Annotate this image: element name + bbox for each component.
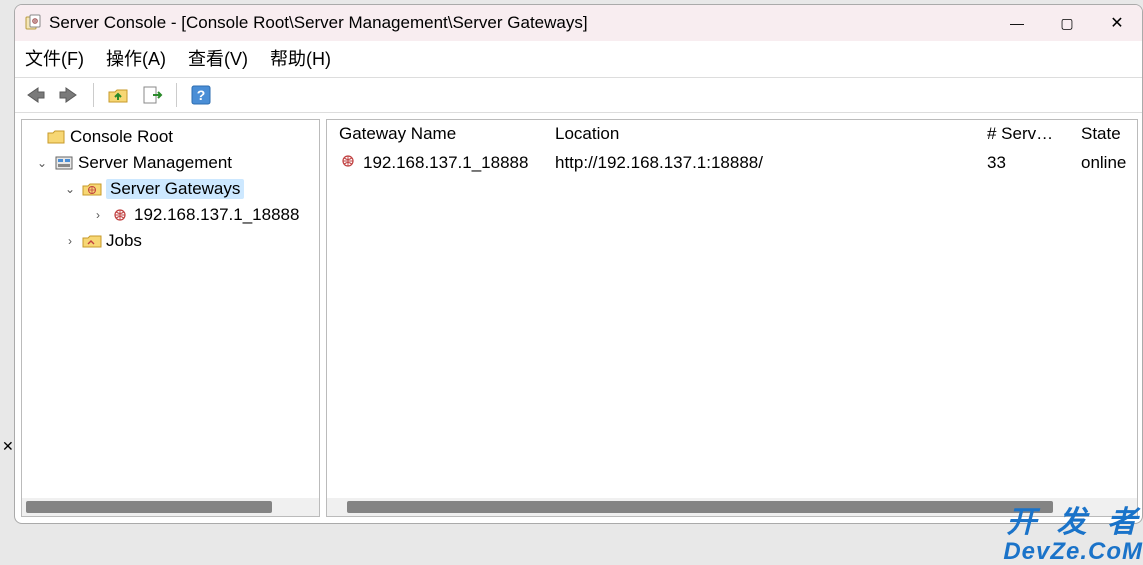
nav-tree[interactable]: Console Root ⌄ Server Management ⌄ Serve… (22, 120, 319, 498)
tree-horizontal-scrollbar[interactable] (22, 498, 319, 516)
svg-text:?: ? (197, 87, 206, 103)
tree-label: Server Management (78, 153, 232, 173)
folder-up-icon (107, 86, 129, 104)
list-body: 192.168.137.1_18888 http://192.168.137.1… (327, 148, 1137, 498)
gateway-icon (110, 206, 130, 224)
close-button[interactable]: ✕ (1092, 5, 1142, 41)
folder-up-button[interactable] (104, 81, 132, 109)
window-title: Server Console - [Console Root\Server Ma… (49, 13, 588, 33)
tree-node-jobs[interactable]: › Jobs (26, 228, 319, 254)
toolbar-separator (93, 83, 94, 107)
content-area: Console Root ⌄ Server Management ⌄ Serve… (15, 113, 1142, 523)
list-horizontal-scrollbar[interactable] (327, 498, 1137, 516)
chevron-down-icon[interactable]: ⌄ (62, 182, 78, 196)
tree-node-console-root[interactable]: Console Root (26, 124, 319, 150)
menu-help[interactable]: 帮助(H) (270, 45, 331, 71)
chevron-right-icon[interactable]: › (90, 208, 106, 222)
list-pane: Gateway Name Location # Serv… State 192.… (326, 119, 1138, 517)
chevron-right-icon[interactable]: › (62, 234, 78, 248)
cell-state: online (1077, 153, 1137, 173)
menubar: 文件(F) 操作(A) 查看(V) 帮助(H) (15, 41, 1142, 77)
folder-icon (46, 128, 66, 146)
gateways-folder-icon (82, 180, 102, 198)
table-row[interactable]: 192.168.137.1_18888 http://192.168.137.1… (335, 148, 1137, 178)
column-header-servers[interactable]: # Serv… (983, 124, 1077, 144)
back-arrow-icon (24, 86, 46, 104)
tree-label: Console Root (70, 127, 173, 147)
column-header-name[interactable]: Gateway Name (335, 124, 551, 144)
app-icon (23, 13, 43, 33)
jobs-folder-icon (82, 232, 102, 250)
scrollbar-thumb[interactable] (26, 501, 272, 513)
scrollbar-thumb[interactable] (347, 501, 1053, 513)
menu-action[interactable]: 操作(A) (106, 45, 166, 71)
tree-label: Jobs (106, 231, 142, 251)
tree-label: 192.168.137.1_18888 (134, 205, 299, 225)
menu-view[interactable]: 查看(V) (188, 45, 248, 71)
cell-name: 192.168.137.1_18888 (363, 153, 528, 173)
toolbar-separator (176, 83, 177, 107)
app-window: Server Console - [Console Root\Server Ma… (14, 4, 1143, 524)
column-header-state[interactable]: State (1077, 124, 1137, 144)
minimize-button[interactable]: — (992, 5, 1042, 41)
chevron-down-icon[interactable]: ⌄ (34, 156, 50, 170)
help-icon: ? (191, 85, 211, 105)
titlebar: Server Console - [Console Root\Server Ma… (15, 5, 1142, 41)
tree-label-selected: Server Gateways (106, 179, 244, 199)
forward-button[interactable] (55, 81, 83, 109)
column-header-location[interactable]: Location (551, 124, 983, 144)
toolbar: ? (15, 77, 1142, 113)
menu-file[interactable]: 文件(F) (25, 45, 84, 71)
back-button[interactable] (21, 81, 49, 109)
window-controls: — ▢ ✕ (992, 5, 1142, 41)
management-icon (54, 154, 74, 172)
forward-arrow-icon (58, 86, 80, 104)
export-button[interactable] (138, 81, 166, 109)
list-header: Gateway Name Location # Serv… State (327, 120, 1137, 148)
export-icon (141, 85, 163, 105)
tree-node-gateway-instance[interactable]: › 192.168.137.1_18888 (26, 202, 319, 228)
cell-location: http://192.168.137.1:18888/ (551, 153, 983, 173)
watermark-line2: DevZe.CoM (1003, 539, 1143, 564)
gateway-icon (339, 153, 357, 174)
aux-close-icon[interactable]: ✕ (2, 438, 14, 455)
tree-node-server-gateways[interactable]: ⌄ Server Gateways (26, 176, 319, 202)
tree-pane: Console Root ⌄ Server Management ⌄ Serve… (21, 119, 320, 517)
cell-servers: 33 (983, 153, 1077, 173)
tree-node-server-management[interactable]: ⌄ Server Management (26, 150, 319, 176)
help-button[interactable]: ? (187, 81, 215, 109)
maximize-button[interactable]: ▢ (1042, 5, 1092, 41)
